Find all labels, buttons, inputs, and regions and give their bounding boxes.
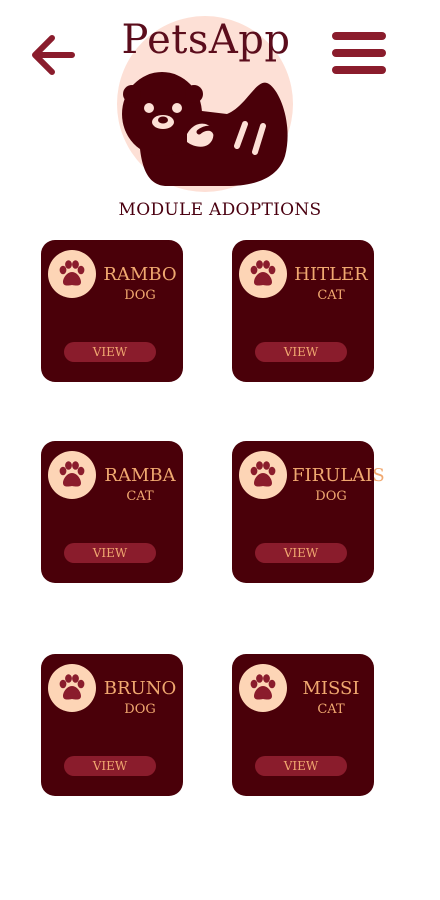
paw-icon: [250, 461, 276, 487]
paw-icon: [59, 461, 85, 487]
paw-icon: [59, 260, 85, 286]
view-button[interactable]: VIEW: [64, 756, 156, 776]
pet-type: DOG: [124, 702, 156, 717]
app-title: PetsApp: [121, 17, 291, 63]
pet-name: MISSI: [302, 678, 360, 699]
pet-type: CAT: [126, 489, 154, 504]
pet-name: BRUNO: [103, 678, 177, 699]
pet-card[interactable]: FIRULAIS DOG VIEW: [232, 441, 385, 583]
paw-icon: [250, 674, 276, 700]
pet-avatar: [239, 451, 287, 499]
pet-card[interactable]: BRUNO DOG VIEW: [41, 654, 183, 796]
pet-card[interactable]: MISSI CAT VIEW: [232, 654, 374, 796]
pet-card[interactable]: RAMBO DOG VIEW: [41, 240, 183, 382]
pet-avatar: [48, 664, 96, 712]
pet-name: RAMBO: [103, 264, 177, 285]
pet-name: RAMBA: [104, 465, 176, 486]
view-button[interactable]: VIEW: [64, 342, 156, 362]
pet-name: FIRULAIS: [292, 465, 385, 486]
pet-type: CAT: [317, 288, 345, 303]
paw-icon: [250, 260, 276, 286]
pet-card[interactable]: HITLER CAT VIEW: [232, 240, 374, 382]
pet-type: DOG: [124, 288, 156, 303]
section-title: MODULE ADOPTIONS: [118, 200, 322, 220]
pet-avatar: [239, 664, 287, 712]
pet-avatar: [239, 250, 287, 298]
pet-avatar: [48, 250, 96, 298]
view-button[interactable]: VIEW: [64, 543, 156, 563]
view-button[interactable]: VIEW: [255, 543, 347, 563]
view-button[interactable]: VIEW: [255, 756, 347, 776]
pet-avatar: [48, 451, 96, 499]
paw-icon: [59, 674, 85, 700]
pet-type: CAT: [317, 702, 345, 717]
pet-name: HITLER: [294, 264, 368, 285]
view-button[interactable]: VIEW: [255, 342, 347, 362]
pet-card[interactable]: RAMBA CAT VIEW: [41, 441, 183, 583]
pet-type: DOG: [315, 489, 347, 504]
